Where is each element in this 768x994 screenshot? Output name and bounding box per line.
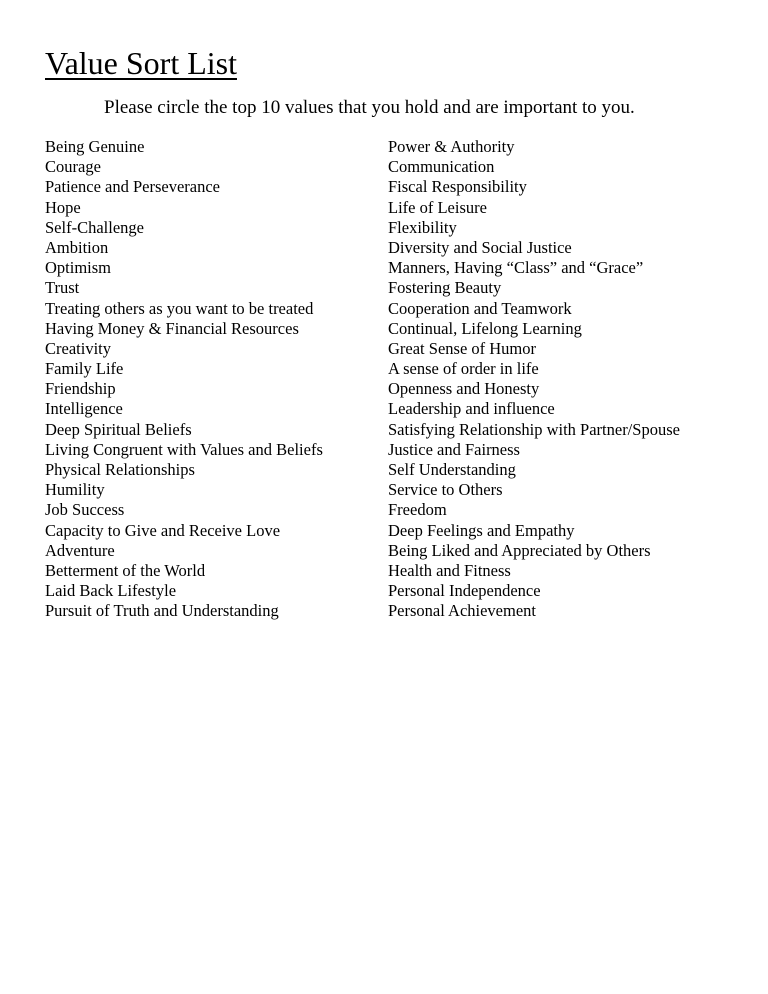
value-item: Courage xyxy=(45,157,101,177)
value-item: Friendship xyxy=(45,379,116,399)
value-item: Laid Back Lifestyle xyxy=(45,581,177,601)
value-item: Being Genuine xyxy=(45,137,145,156)
value-item: Communication xyxy=(388,157,495,177)
value-item: Pursuit of Truth and Understanding xyxy=(45,601,279,621)
value-item: Personal Achievement xyxy=(388,601,537,621)
value-item: Treating others as you want to be treate… xyxy=(45,298,314,318)
value-item: Family Life xyxy=(45,359,124,379)
value-item: Intelligence xyxy=(45,399,123,419)
value-item: Optimism xyxy=(45,258,112,278)
value-item: A sense of order in life xyxy=(388,359,539,379)
value-item: Physical Relationships xyxy=(45,460,195,479)
instructions-text: Please circle the top 10 values that you… xyxy=(104,97,635,118)
value-item: Deep Feelings and Empathy xyxy=(388,520,575,540)
value-item: Power & Authority xyxy=(388,137,515,156)
value-item: Justice and Fairness xyxy=(388,439,520,459)
value-item: Capacity to Give and Receive Love xyxy=(45,520,281,540)
value-item: Health and Fitness xyxy=(388,560,511,580)
value-item: Patience and Perseverance xyxy=(45,177,220,197)
value-item: Hope xyxy=(45,197,81,217)
value-item: Self Understanding xyxy=(388,460,516,479)
page-title: Value Sort List xyxy=(45,45,237,81)
value-item: Ambition xyxy=(45,237,109,257)
value-item: Job Success xyxy=(45,500,125,520)
value-item: Manners, Having “Class” and “Grace” xyxy=(388,258,644,278)
value-item: Fiscal Responsibility xyxy=(388,177,527,197)
value-item: Self-Challenge xyxy=(45,217,144,237)
value-item: Cooperation and Teamwork xyxy=(388,298,572,318)
value-item: Having Money & Financial Resources xyxy=(45,318,299,338)
value-item: Trust xyxy=(45,278,80,298)
value-item: Flexibility xyxy=(388,217,457,237)
values-list-left: Being Genuine Courage Patience and Perseve… xyxy=(45,137,323,622)
value-item: Fostering Beauty xyxy=(388,278,502,298)
value-item: Being Liked and Appreciated by Others xyxy=(388,540,651,560)
value-item: Adventure xyxy=(45,540,115,560)
value-item: Living Congruent with Values and Beliefs xyxy=(45,439,323,459)
value-item: Diversity and Social Justice xyxy=(388,237,572,257)
value-item: Great Sense of Humor xyxy=(388,338,537,358)
value-item: Life of Leisure xyxy=(388,197,487,217)
values-list-right: Power & Authority Communication Fiscal Res… xyxy=(388,137,680,622)
value-item: Continual, Lifelong Learning xyxy=(388,318,582,338)
value-item: Openness and Honesty xyxy=(388,379,540,399)
value-item: Humility xyxy=(45,480,105,500)
value-item: Creativity xyxy=(45,338,111,358)
value-item: Service to Others xyxy=(388,480,503,500)
value-item: Betterment of the World xyxy=(45,560,206,580)
value-item: Leadership and influence xyxy=(388,399,555,419)
value-item: Deep Spiritual Beliefs xyxy=(45,419,192,439)
value-item: Personal Independence xyxy=(388,581,541,601)
value-item: Satisfying Relationship with Partner/Spo… xyxy=(388,419,680,439)
value-item: Freedom xyxy=(388,500,447,520)
